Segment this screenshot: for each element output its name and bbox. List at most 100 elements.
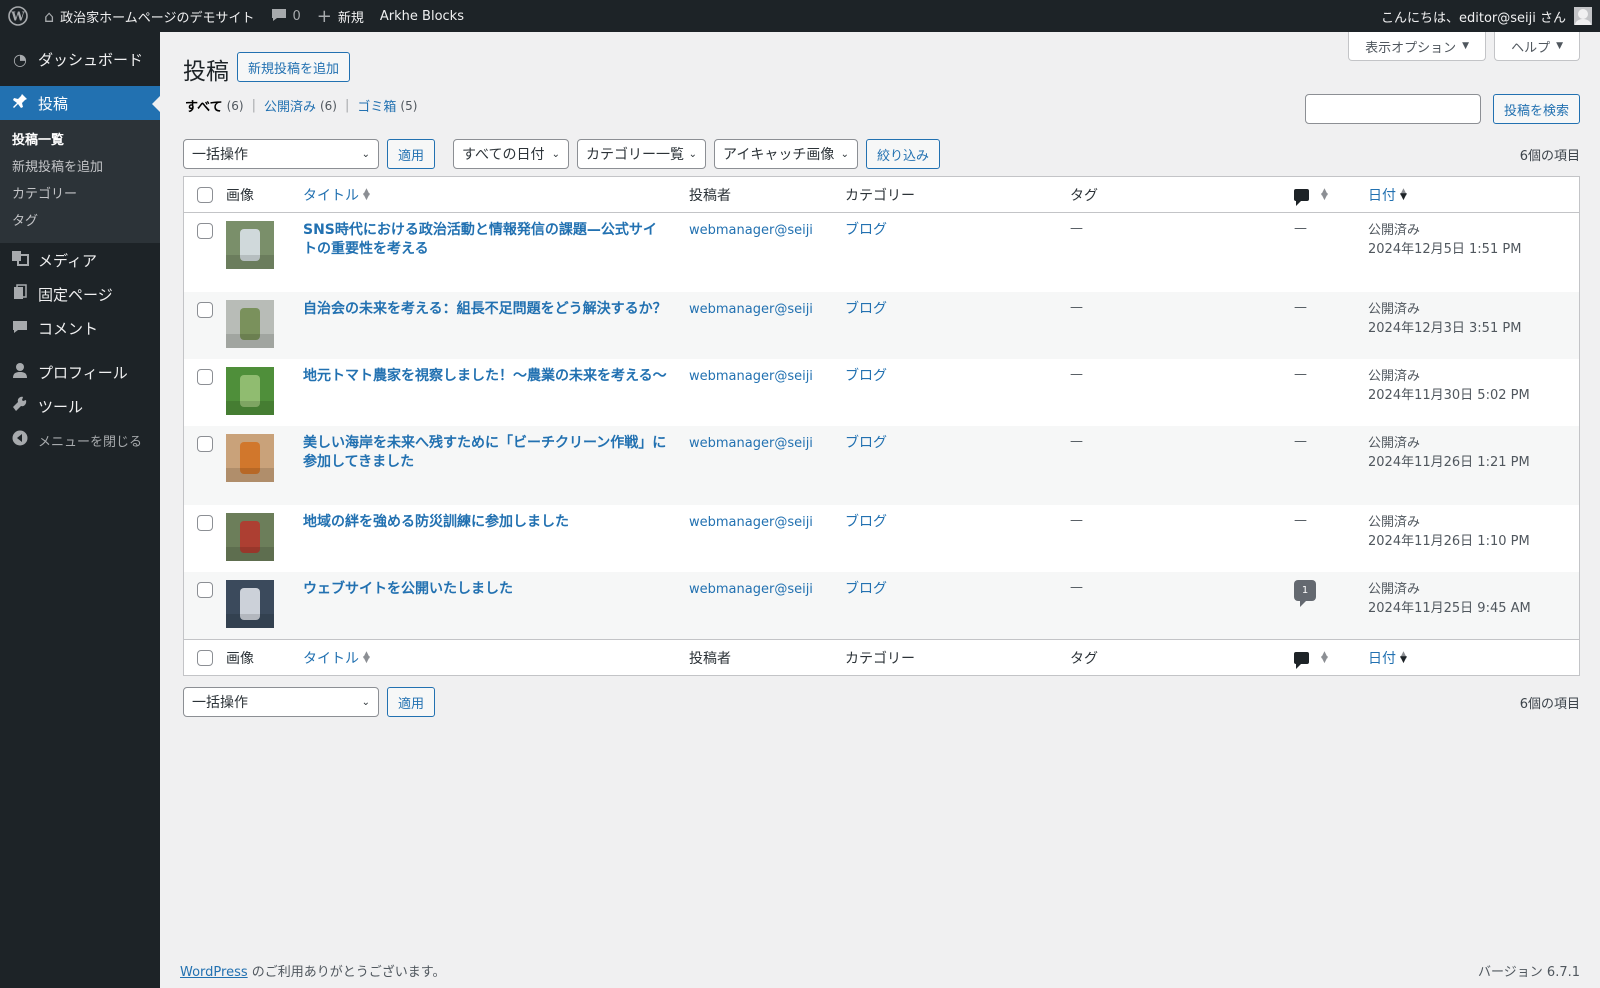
post-thumbnail[interactable]	[226, 221, 274, 269]
post-thumbnail[interactable]	[226, 434, 274, 482]
col-comments-sort-footer[interactable]: ▲ ▼	[1294, 650, 1368, 669]
category-link[interactable]: ブログ	[845, 514, 887, 530]
comments-link[interactable]: 0	[263, 0, 309, 32]
screen-options-label: 表示オプション	[1365, 40, 1457, 56]
site-name: 政治家ホームページのデモサイト	[60, 10, 255, 26]
apply-button[interactable]: 適用	[387, 139, 436, 169]
menu-tools[interactable]: ツール	[0, 389, 160, 423]
post-title-link[interactable]: 美しい海岸を未来へ残すために「ビーチクリーン作戦」に参加してきました	[303, 435, 666, 470]
site-name-link[interactable]: ⌂ 政治家ホームページのデモサイト	[36, 0, 263, 32]
category-link[interactable]: ブログ	[845, 368, 887, 384]
menu-dashboard[interactable]: ◔ ダッシュボード	[0, 42, 160, 76]
post-title-link[interactable]: SNS時代における政治活動と情報発信の課題—公式サイトの重要性を考える	[303, 222, 657, 257]
title-cell: 地元トマト農家を視察しました！～農業の未来を考える～	[303, 359, 689, 426]
post-title-link[interactable]: 地元トマト農家を視察しました！～農業の未来を考える～	[303, 368, 667, 384]
screen-options-button[interactable]: 表示オプション ▼	[1348, 32, 1487, 61]
date-cell: 公開済み 2024年12月3日 3:51 PM	[1368, 292, 1579, 359]
col-title-sort[interactable]: タイトル ▲ ▼	[303, 185, 689, 205]
col-title-sort-footer[interactable]: タイトル ▲ ▼	[303, 648, 689, 668]
apply-button-bottom[interactable]: 適用	[387, 687, 436, 717]
title-cell: SNS時代における政治活動と情報発信の課題—公式サイトの重要性を考える	[303, 213, 689, 292]
row-checkbox[interactable]	[197, 515, 213, 531]
collapse-menu-label: メニューを閉じる	[38, 434, 143, 450]
sort-icon: ▲ ▼	[363, 649, 370, 665]
row-checkbox[interactable]	[197, 223, 213, 239]
submenu-add-new[interactable]: 新規投稿を追加	[0, 154, 160, 181]
author-link[interactable]: webmanager@seiji	[689, 223, 813, 238]
new-content-link[interactable]: + 新規	[309, 0, 372, 32]
bulk-action-select[interactable]: 一括操作 ⌄	[183, 139, 379, 169]
col-comments-sort[interactable]: ▲ ▼	[1294, 187, 1368, 206]
bulk-action-select-bottom[interactable]: 一括操作 ⌄	[183, 687, 379, 717]
date-filter-select[interactable]: すべての日付 ⌄	[453, 139, 570, 169]
add-new-post-button[interactable]: 新規投稿を追加	[237, 52, 351, 82]
menu-pages[interactable]: 固定ページ	[0, 277, 160, 311]
menu-media[interactable]: メディア	[0, 243, 160, 277]
col-date-sort[interactable]: 日付 ▲ ▼	[1368, 185, 1579, 205]
author-link[interactable]: webmanager@seiji	[689, 582, 813, 597]
wordpress-link[interactable]: WordPress	[180, 965, 248, 980]
eyecatch-filter-select[interactable]: アイキャッチ画像 ⌄	[714, 139, 859, 169]
search-input[interactable]	[1304, 94, 1481, 124]
submenu-categories[interactable]: カテゴリー	[0, 181, 160, 208]
select-all-checkbox-footer[interactable]	[197, 649, 213, 666]
category-link[interactable]: ブログ	[845, 301, 887, 317]
menu-profile[interactable]: プロフィール	[0, 355, 160, 389]
post-status: 公開済み	[1368, 223, 1421, 238]
author-link[interactable]: webmanager@seiji	[689, 369, 813, 384]
col-date-sort-footer[interactable]: 日付 ▲ ▼	[1368, 648, 1579, 668]
submenu-tags[interactable]: タグ	[0, 208, 160, 235]
post-title-link[interactable]: 自治会の未来を考える：組長不足問題をどう解決するか？	[303, 301, 667, 317]
sort-icon: ▲ ▼	[363, 186, 370, 202]
chevron-down-icon: ⌄	[840, 148, 850, 160]
new-label: 新規	[337, 10, 364, 26]
menu-tools-label: ツール	[38, 397, 84, 416]
row-checkbox[interactable]	[197, 302, 213, 318]
post-thumbnail[interactable]	[226, 367, 274, 415]
comments-cell: —	[1294, 359, 1368, 426]
tablenav-top: 一括操作 ⌄ 適用 すべての日付 ⌄ カテゴリー一覧 ⌄ アイキャッチ画像 ⌄ …	[183, 139, 1580, 169]
author-link[interactable]: webmanager@seiji	[689, 515, 813, 530]
category-link[interactable]: ブログ	[845, 581, 887, 597]
post-thumbnail[interactable]	[226, 513, 274, 561]
my-account-link[interactable]: こんにちは、editor@seiji さん	[1373, 0, 1600, 32]
category-link[interactable]: ブログ	[845, 435, 887, 451]
theme-link[interactable]: Arkhe Blocks	[372, 0, 472, 32]
filter-trash[interactable]: ゴミ箱	[357, 96, 396, 115]
row-select-cell	[184, 292, 226, 359]
date-cell: 公開済み 2024年11月25日 9:45 AM	[1368, 572, 1579, 639]
post-title-link[interactable]: 地域の絆を強める防災訓練に参加しました	[303, 514, 569, 530]
submenu-all-posts[interactable]: 投稿一覧	[0, 127, 160, 154]
post-thumbnail[interactable]	[226, 300, 274, 348]
post-date: 2024年11月26日 1:10 PM	[1368, 534, 1530, 549]
row-checkbox[interactable]	[197, 582, 213, 598]
filter-button[interactable]: 絞り込み	[866, 139, 941, 169]
category-filter-select[interactable]: カテゴリー一覧 ⌄	[577, 139, 707, 169]
collapse-menu-button[interactable]: メニューを閉じる	[0, 423, 160, 457]
thumbnail-cell	[226, 426, 303, 505]
author-link[interactable]: webmanager@seiji	[689, 436, 813, 451]
post-date: 2024年11月25日 9:45 AM	[1368, 601, 1531, 616]
menu-posts[interactable]: 投稿	[0, 86, 160, 120]
thumbnail-cell	[226, 292, 303, 359]
row-checkbox[interactable]	[197, 436, 213, 452]
filter-all[interactable]: すべて	[185, 96, 223, 115]
comment-count-bubble[interactable]: 1	[1294, 580, 1316, 607]
col-title-label: タイトル	[303, 650, 359, 667]
select-all-checkbox[interactable]	[197, 186, 213, 203]
help-button[interactable]: ヘルプ ▼	[1494, 32, 1580, 61]
search-box: 投稿を検索	[1304, 94, 1580, 124]
category-cell: ブログ	[845, 359, 1070, 426]
category-link[interactable]: ブログ	[845, 222, 887, 238]
plus-icon: +	[316, 5, 332, 27]
row-checkbox[interactable]	[197, 369, 213, 385]
category-cell: ブログ	[845, 426, 1070, 505]
filter-published[interactable]: 公開済み	[264, 96, 316, 115]
post-thumbnail[interactable]	[226, 580, 274, 628]
author-link[interactable]: webmanager@seiji	[689, 302, 813, 317]
menu-comments[interactable]: コメント	[0, 311, 160, 345]
wrench-icon	[10, 396, 30, 416]
search-posts-button[interactable]: 投稿を検索	[1492, 94, 1580, 124]
wordpress-logo-icon[interactable]: W	[0, 0, 36, 32]
post-title-link[interactable]: ウェブサイトを公開いたしました	[303, 581, 513, 597]
